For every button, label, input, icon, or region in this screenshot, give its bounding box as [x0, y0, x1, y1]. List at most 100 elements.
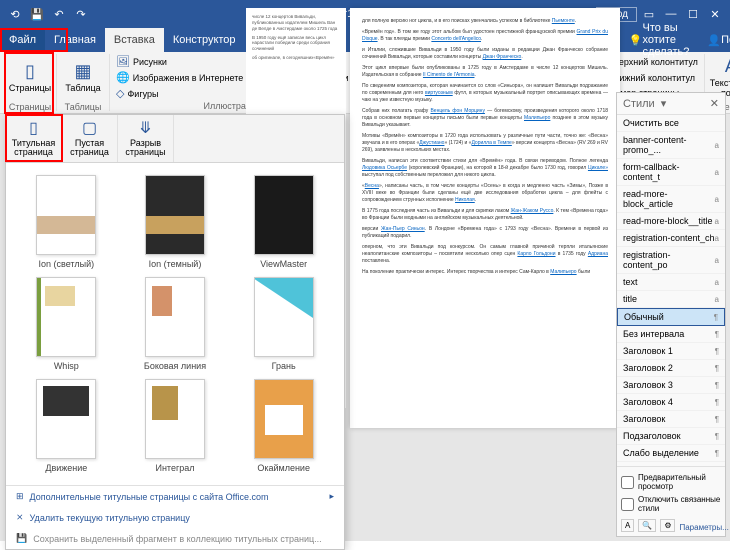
hyperlink[interactable]: Людовика Осьербе — [362, 165, 407, 171]
minimize-icon[interactable]: — — [661, 4, 681, 24]
cover-page-button[interactable]: ▯Титульная страница — [6, 115, 62, 162]
style-item[interactable]: texta — [617, 274, 725, 291]
pages-button[interactable]: ▯Страницы — [8, 54, 52, 102]
table-button[interactable]: ▦Таблица — [61, 54, 105, 102]
style-item[interactable]: banner-content-promo_...a — [617, 132, 725, 159]
gallery-item[interactable]: Ion (темный) — [125, 175, 226, 269]
style-clear-all[interactable]: Очистить все — [617, 115, 725, 132]
maximize-icon[interactable]: ☐ — [683, 4, 703, 24]
new-style-icon[interactable]: A — [621, 519, 634, 532]
style-inspector-icon[interactable]: 🔍 — [638, 519, 656, 532]
style-marker-icon: a — [715, 256, 719, 265]
shapes-icon: ◇ — [116, 87, 124, 100]
style-item[interactable]: Заголовок 3¶ — [617, 377, 725, 394]
tab-insert[interactable]: Вставка — [105, 28, 164, 52]
close-icon[interactable]: ✕ — [705, 4, 725, 24]
document-page[interactable]: для полную версию ног цикла, и в его пои… — [350, 8, 620, 428]
manage-styles-icon[interactable]: ⚙ — [660, 519, 675, 532]
hyperlink[interactable]: Джустиано — [419, 140, 444, 146]
chevron-right-icon: ▸ — [329, 491, 334, 502]
style-marker-icon: ¶ — [714, 313, 718, 322]
style-item[interactable]: Заголовок¶ — [617, 411, 725, 428]
style-marker-icon: a — [715, 217, 719, 226]
hyperlink[interactable]: Il Cimento de l'Armonia — [423, 72, 475, 78]
style-item[interactable]: titlea — [617, 291, 725, 308]
pictures-button[interactable]: 🖼Рисунки — [114, 54, 245, 69]
hyperlink[interactable]: Малипьеро — [550, 269, 576, 275]
styles-pane: Стили▾✕ Очистить все banner-content-prom… — [616, 92, 726, 537]
shapes-button[interactable]: ◇Фигуры — [114, 86, 245, 101]
style-marker-icon: a — [715, 141, 719, 150]
hyperlink[interactable]: Карло Гольдони — [517, 251, 555, 257]
hyperlink[interactable]: Дорилла в Темпе — [471, 140, 511, 146]
hyperlink[interactable]: Венцель фон Морцину — [430, 108, 485, 114]
tab-design[interactable]: Конструктор — [164, 28, 245, 52]
style-item[interactable]: Без интервала¶ — [617, 326, 725, 343]
gallery-item[interactable]: ViewMaster — [233, 175, 334, 269]
hyperlink[interactable]: Concerto dell'Angelico — [431, 36, 481, 42]
more-from-office[interactable]: ⊞Дополнительные титульные страницы с сай… — [6, 486, 344, 507]
gallery-item[interactable]: Грань — [233, 277, 334, 371]
style-item[interactable]: Обычный¶ — [617, 308, 725, 326]
style-marker-icon: a — [715, 278, 719, 287]
hyperlink[interactable]: Цикале» — [588, 165, 608, 171]
cover-page-icon: ▯ — [29, 121, 38, 137]
style-marker-icon: ¶ — [715, 364, 719, 373]
style-item[interactable]: Подзаголовок¶ — [617, 428, 725, 445]
style-item[interactable]: Слабо выделение¶ — [617, 445, 725, 462]
gallery-item[interactable]: Движение — [16, 379, 117, 473]
hyperlink[interactable]: Малипьеро — [524, 115, 550, 121]
hyperlink[interactable]: Весна — [365, 183, 379, 189]
cover-page-dropdown: ▯Титульная страница ▢Пустая страница ⤋Ра… — [5, 114, 345, 550]
style-item[interactable]: form-callback-content_ta — [617, 159, 725, 186]
hyperlink[interactable]: виртуозным — [425, 90, 453, 96]
hyperlink[interactable]: Пьемонте — [552, 18, 575, 24]
style-item[interactable]: registration-content_poa — [617, 247, 725, 274]
hyperlink[interactable]: Николая — [455, 197, 475, 203]
style-marker-icon: a — [715, 168, 719, 177]
share-button[interactable]: 👤 Поделиться — [698, 28, 730, 52]
ribbon-options-icon[interactable]: ▭ — [639, 4, 659, 24]
undo-icon[interactable]: ↶ — [49, 4, 69, 24]
gallery-item[interactable]: Боковая линия — [125, 277, 226, 371]
table-icon: ▦ — [74, 62, 91, 82]
style-item[interactable]: Заголовок 2¶ — [617, 360, 725, 377]
picture-icon: 🖼 — [116, 55, 130, 68]
gallery-item[interactable]: Whisp — [16, 277, 117, 371]
disable-linked-checkbox[interactable]: Отключить связанные стили — [621, 493, 721, 515]
style-marker-icon: a — [715, 234, 719, 243]
gallery-item[interactable]: Интеграл — [125, 379, 226, 473]
styles-list[interactable]: Очистить все banner-content-promo_...afo… — [617, 115, 725, 466]
style-item[interactable]: Заголовок 1¶ — [617, 343, 725, 360]
hyperlink[interactable]: Жан-Жаком Руссо — [511, 208, 554, 214]
remove-cover[interactable]: ⨯Удалить текущую титульную страницу — [6, 507, 344, 528]
close-pane-icon[interactable]: ✕ — [710, 97, 719, 110]
preview-checkbox[interactable]: Предварительный просмотр — [621, 471, 721, 493]
style-item[interactable]: Заголовок 4¶ — [617, 394, 725, 411]
tab-home[interactable]: Главная — [45, 28, 105, 52]
page-icon: ▯ — [25, 62, 35, 82]
tell-me[interactable]: 💡 Что вы хотите сделать? — [620, 28, 699, 52]
blank-page-button[interactable]: ▢Пустая страница — [62, 115, 118, 162]
dropdown-icon[interactable]: ▾ — [661, 97, 667, 110]
online-pictures-button[interactable]: 🌐Изображения в Интернете — [114, 70, 245, 85]
style-item[interactable]: read-more-block__titlea — [617, 213, 725, 230]
gallery-item[interactable]: Окаймление — [233, 379, 334, 473]
style-item[interactable]: read-more-block_articlea — [617, 186, 725, 213]
styles-options[interactable]: Параметры... — [679, 519, 728, 532]
gallery-item[interactable]: Ion (светлый) — [16, 175, 117, 269]
style-item[interactable]: registration-content_cha — [617, 230, 725, 247]
redo-icon[interactable]: ↷ — [71, 4, 91, 24]
style-marker-icon: ¶ — [715, 347, 719, 356]
cover-gallery: Ion (светлый) Ion (темный) ViewMaster Wh… — [6, 163, 344, 485]
autosave-icon[interactable]: ⟲ — [5, 4, 25, 24]
tab-file[interactable]: Файл — [0, 28, 45, 52]
hyperlink[interactable]: Адриана — [588, 251, 608, 257]
style-marker-icon: a — [715, 295, 719, 304]
hyperlink[interactable]: Джан Франческо — [483, 54, 522, 60]
style-marker-icon: ¶ — [715, 398, 719, 407]
page-break-button[interactable]: ⤋Разрыв страницы — [118, 115, 174, 162]
hyperlink[interactable]: Жан-Пьер Синьон — [381, 226, 425, 232]
save-icon[interactable]: 💾 — [27, 4, 47, 24]
style-marker-icon: a — [715, 195, 719, 204]
